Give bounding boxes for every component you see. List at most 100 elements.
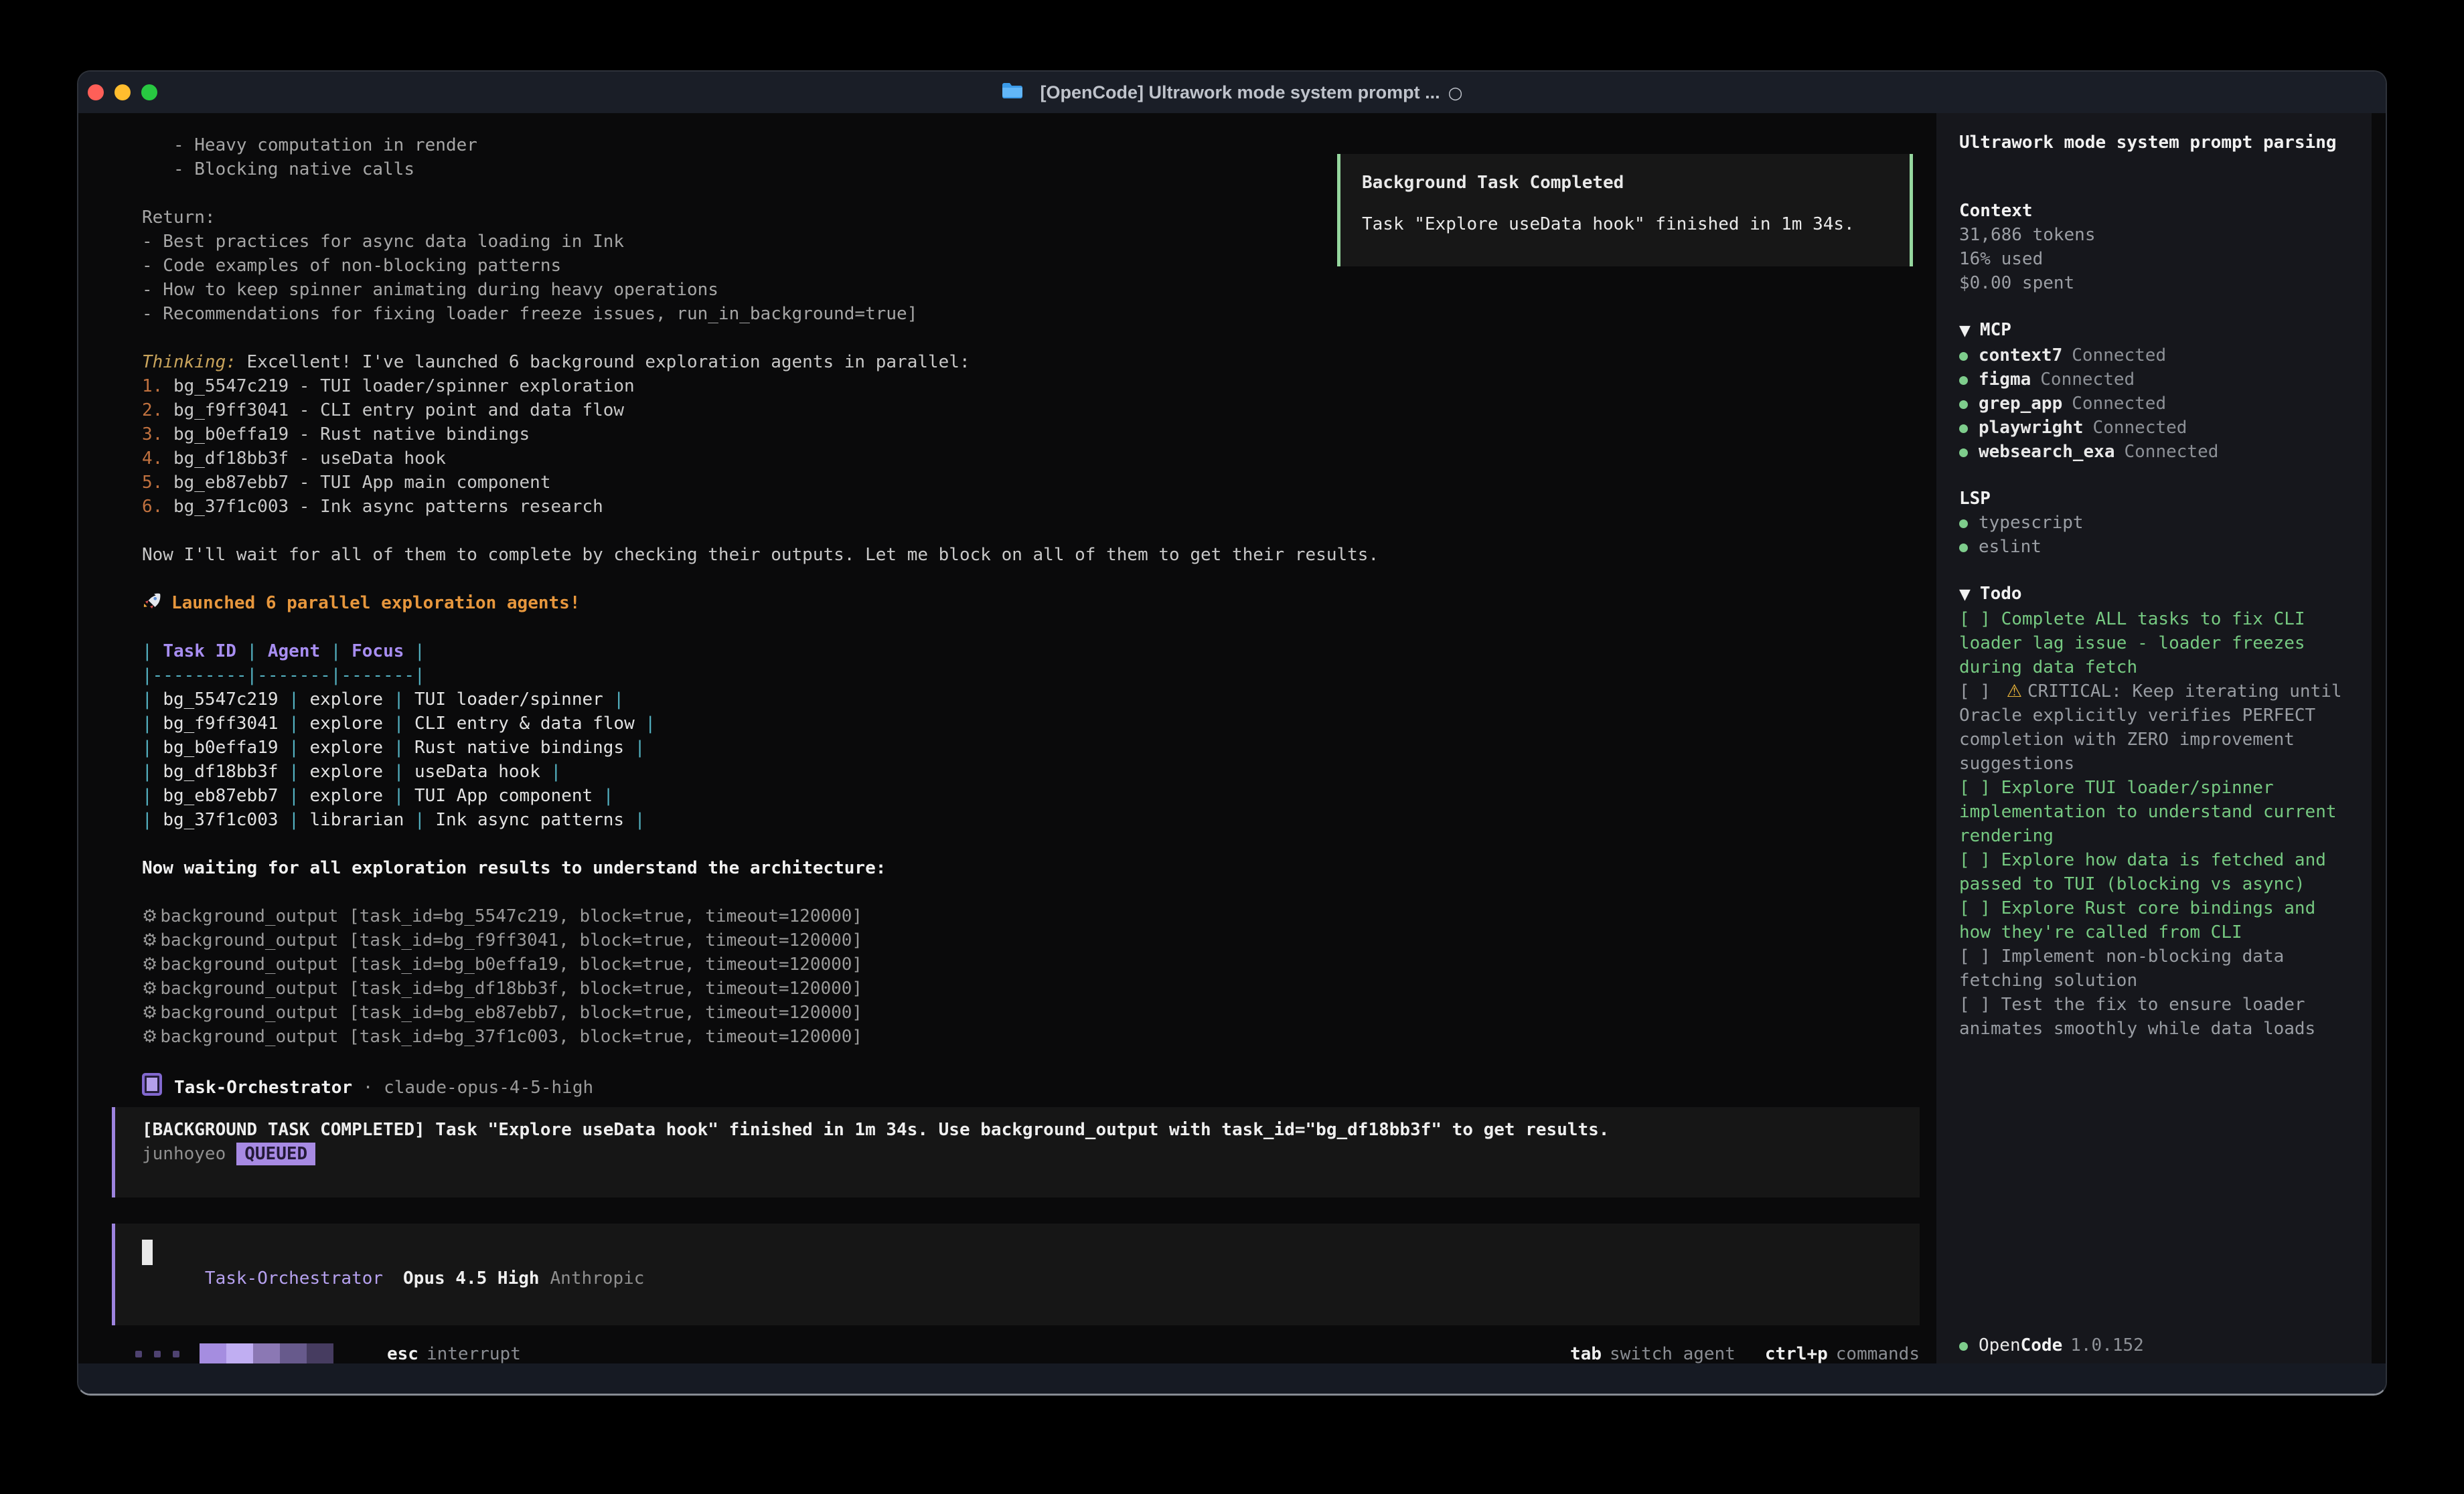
status-bar: esc interrupt tab switch agent ctrl+p co… [135,1342,1920,1366]
terminal-line: Launched 6 parallel exploration agents! [142,591,1379,615]
terminal-line: Return: [142,205,1379,230]
terminal-line: - Code examples of non-blocking patterns [142,254,1379,278]
traffic-lights [88,72,157,113]
connected-status-icon [1959,352,1968,361]
toast-body: Task "Explore useData hook" finished in … [1362,214,1888,234]
terminal-line: 2. bg_f9ff3041 - CLI entry point and dat… [142,398,1379,422]
todo-checkbox: [ ] [1959,609,2001,629]
terminal-line: | bg_df18bb3f | explore | useData hook | [142,760,1379,784]
context-used: 16% used [1959,247,2349,271]
terminal-line: 3. bg_b0effa19 - Rust native bindings [142,422,1379,446]
terminal-line: 1. bg_5547c219 - TUI loader/spinner expl… [142,374,1379,398]
todo-heading[interactable]: ▼Todo [1959,582,2349,607]
ctrlp-key-hint: ctrl+p [1765,1344,1828,1364]
toast-title: Background Task Completed [1362,173,1888,193]
terminal-line: 5. bg_eb87ebb7 - TUI App main component [142,471,1379,495]
lsp-list: typescripteslint [1959,511,2349,559]
window-title: [OpenCode] Ultrawork mode system prompt … [1041,82,1440,103]
zoom-button[interactable] [141,84,157,100]
prompt-input[interactable]: Task-OrchestratorOpus 4.5 HighAnthropic [112,1224,1920,1325]
brand-name: Open [1979,1335,2021,1355]
todo-section: ▼Todo [ ] Complete ALL tasks to fix CLI … [1959,582,2349,1041]
terminal-line: | bg_37f1c003 | librarian | Ink async pa… [142,808,1379,832]
terminal-line: Task-Orchestrator · claude-opus-4-5-high [142,1073,1379,1097]
window-bottom-strip [78,1363,2386,1394]
terminal-line: 6. bg_37f1c003 - Ink async patterns rese… [142,495,1379,519]
titlebar[interactable]: [OpenCode] Ultrawork mode system prompt … [78,72,2386,113]
connected-status-icon [1959,448,1968,457]
todo-text: Test the fix to ensure loader animates s… [1959,995,2315,1039]
message-author: junhoyeo [142,1144,226,1164]
todo-checkbox: [ ] [1959,681,2001,701]
app-version: 1.0.152 [2070,1335,2144,1355]
mcp-item: context7Connected [1959,343,2349,367]
connected-status-icon [1959,400,1968,409]
todo-text: Explore Rust core bindings and how they'… [1959,898,2315,942]
terminal-line: | bg_f9ff3041 | explore | CLI entry & da… [142,712,1379,736]
close-button[interactable] [88,84,104,100]
todo-item: [ ] Test the fix to ensure loader animat… [1959,993,2349,1041]
model-name: Opus 4.5 High [403,1268,540,1289]
lsp-item: typescript [1959,511,2349,535]
ctrlp-action-label: commands [1836,1344,1920,1364]
todo-checkbox: [ ] [1959,850,2001,870]
connected-status-icon [1959,376,1968,385]
esc-action-label: interrupt [427,1344,521,1364]
mcp-item: grep_appConnected [1959,392,2349,416]
agent-name: Task-Orchestrator [205,1268,383,1289]
terminal-window: [OpenCode] Ultrawork mode system prompt … [77,70,2387,1396]
queued-message-text: [BACKGROUND TASK COMPLETED] Task "Explor… [142,1118,1893,1142]
terminal-line: ⚙background_output [task_id=bg_df18bb3f,… [142,977,1379,1001]
todo-checkbox: [ ] [1959,898,2001,918]
terminal-output: - Heavy computation in render - Blocking… [142,133,1379,1097]
warning-icon: ⚠ [2007,681,2022,701]
terminal-line: | bg_eb87ebb7 | explore | TUI App compon… [142,784,1379,808]
tab-action-label: switch agent [1610,1344,1736,1364]
connected-status-icon [1959,544,1968,552]
mcp-heading[interactable]: ▼MCP [1959,318,2349,343]
connected-status-icon [1959,519,1968,528]
terminal-line [142,615,1379,639]
terminal-line: Now I'll wait for all of them to complet… [142,543,1379,567]
sidebar: Ultrawork mode system prompt parsing Con… [1936,113,2372,1367]
sidebar-footer: OpenCode1.0.152 [1959,1333,2144,1357]
todo-item: [ ] Explore Rust core bindings and how t… [1959,896,2349,944]
esc-key-hint: esc [387,1344,418,1364]
terminal-line: - How to keep spinner animating during h… [142,278,1379,302]
rocket-icon [142,592,162,618]
agent-icon [142,1073,162,1096]
todo-item: [ ] Implement non-blocking data fetching… [1959,944,2349,993]
mcp-section: ▼MCP context7ConnectedfigmaConnectedgrep… [1959,318,2349,464]
session-title: Ultrawork mode system prompt parsing [1959,131,2349,155]
folder-icon [1002,82,1023,102]
terminal-line: | bg_5547c219 | explore | TUI loader/spi… [142,687,1379,712]
todo-text: Implement non-blocking data fetching sol… [1959,946,2284,991]
todo-list: [ ] Complete ALL tasks to fix CLI loader… [1959,607,2349,1041]
terminal-line: ⚙background_output [task_id=bg_eb87ebb7,… [142,1001,1379,1025]
connected-status-icon [1959,424,1968,433]
online-status-icon [1959,1342,1968,1351]
terminal-line [142,832,1379,856]
mcp-list: context7ConnectedfigmaConnectedgrep_appC… [1959,343,2349,464]
background-task-toast: Background Task Completed Task "Explore … [1337,154,1913,266]
terminal-line [142,519,1379,543]
terminal-line [142,326,1379,350]
todo-text: Explore TUI loader/spinner implementatio… [1959,778,2337,846]
terminal-line: Thinking: Excellent! I've launched 6 bac… [142,350,1379,374]
terminal-line: - Blocking native calls [142,157,1379,181]
mcp-item: websearch_exaConnected [1959,440,2349,464]
lsp-item: eslint [1959,535,2349,559]
minimize-button[interactable] [114,84,131,100]
context-spent: $0.00 spent [1959,271,2349,295]
context-section: Context 31,686 tokens 16% used $0.00 spe… [1959,199,2349,295]
todo-item: [ ] Complete ALL tasks to fix CLI loader… [1959,607,2349,679]
chevron-down-icon: ▼ [1959,586,1971,603]
todo-text: Explore how data is fetched and passed t… [1959,850,2326,894]
terminal-line: Now waiting for all exploration results … [142,856,1379,880]
desktop: { "window": { "title": "[OpenCode] Ultra… [0,0,2464,1494]
shell-status-icon: ○ [1448,83,1463,102]
todo-text: Complete ALL tasks to fix CLI loader lag… [1959,609,2305,677]
terminal-line [142,1049,1379,1073]
todo-checkbox: [ ] [1959,946,2001,967]
terminal-line: |---------|-------|-------| [142,663,1379,687]
